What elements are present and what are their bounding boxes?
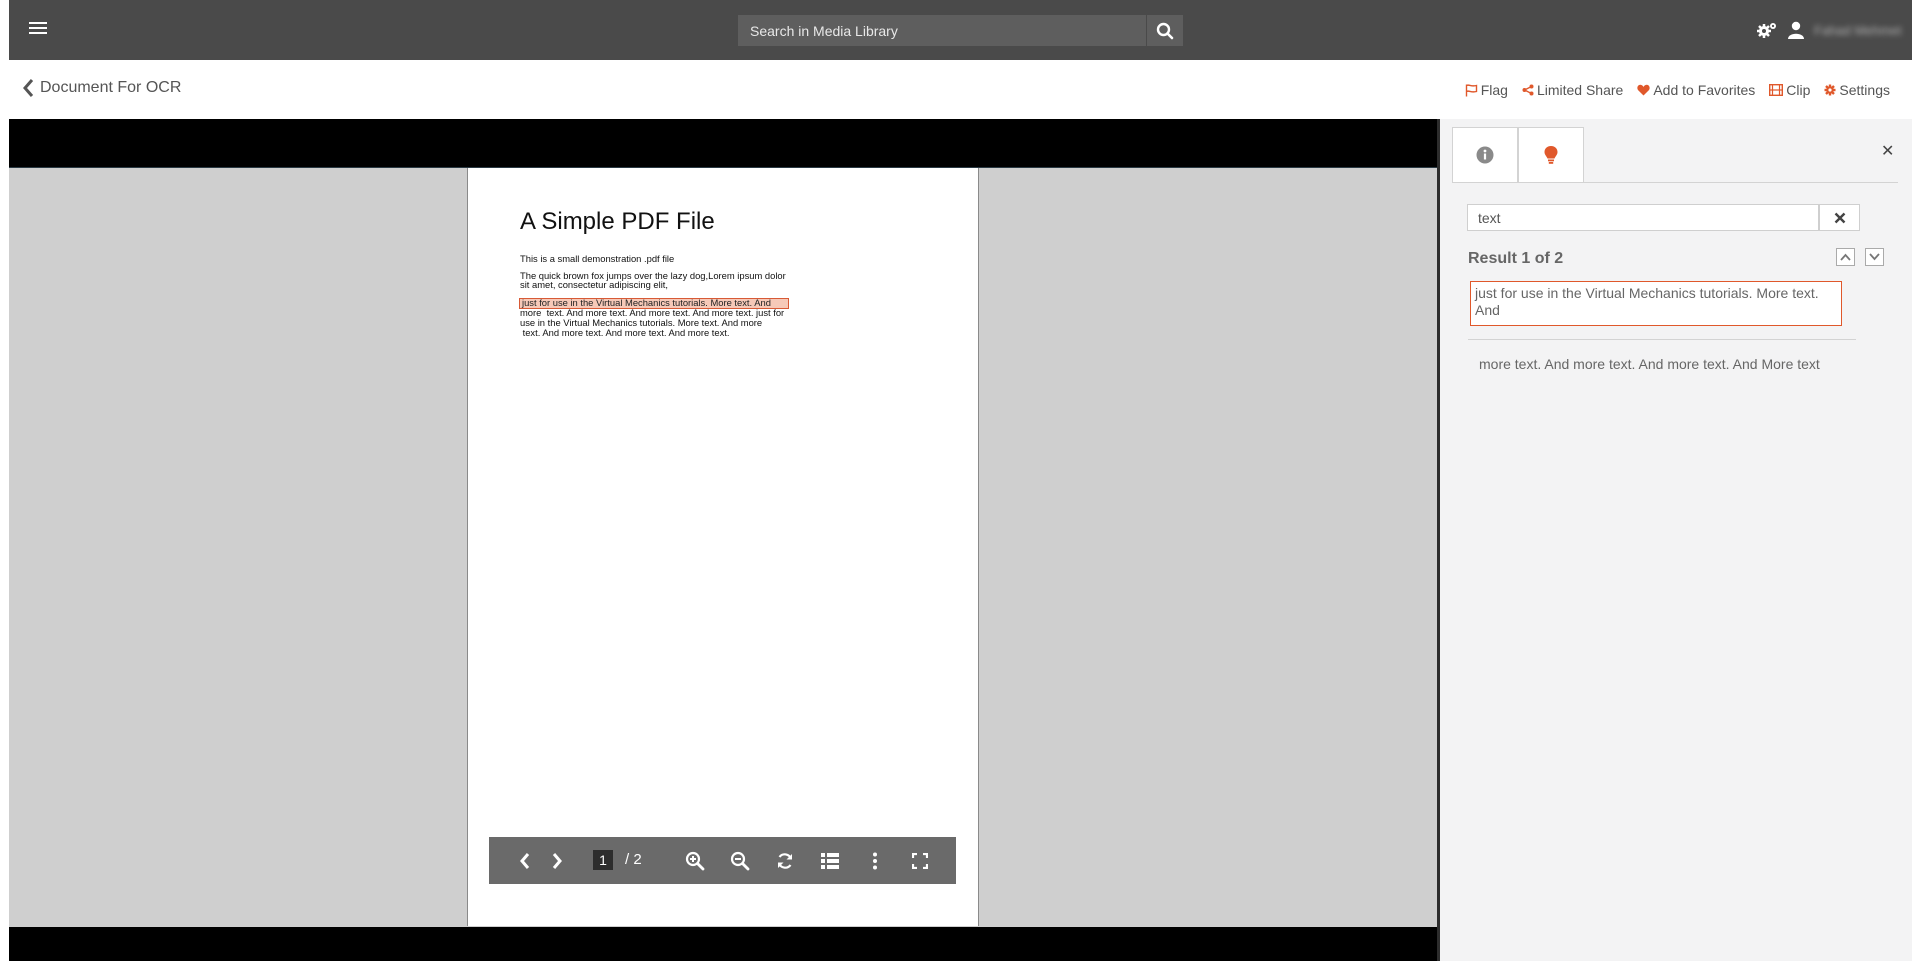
- zoom-out-button[interactable]: [730, 851, 750, 871]
- viewer-toolbar: 1 / 2: [489, 837, 956, 884]
- heart-icon: [1637, 84, 1650, 96]
- next-page-button[interactable]: [547, 851, 567, 871]
- pdf-subtitle: This is a small demonstration .pdf file: [520, 253, 675, 264]
- search-button[interactable]: [1147, 15, 1183, 46]
- media-search: [738, 15, 1190, 46]
- pdf-paragraph-line: sit amet, consectetur adipiscing elit,: [520, 279, 668, 290]
- top-right-controls: Fahad Mehmet: [1756, 0, 1912, 60]
- flag-button[interactable]: Flag: [1465, 82, 1508, 98]
- zoom-in-button[interactable]: [685, 851, 705, 871]
- gear-icon: [1824, 84, 1836, 96]
- result-count: Result 1 of 2: [1468, 250, 1564, 267]
- previous-result-button[interactable]: [1836, 248, 1855, 266]
- search-result-item[interactable]: just for use in the Virtual Mechanics tu…: [1470, 281, 1842, 326]
- user-name[interactable]: Fahad Mehmet: [1814, 23, 1906, 38]
- prev-page-button[interactable]: [515, 851, 535, 871]
- chevron-right-icon: [552, 853, 562, 869]
- top-bar: Fahad Mehmet: [9, 0, 1912, 60]
- info-icon: [1476, 146, 1494, 164]
- flag-icon: [1465, 83, 1477, 96]
- zoom-out-icon: [730, 851, 750, 871]
- limited-share-button[interactable]: Limited Share: [1522, 82, 1623, 98]
- result-divider: [1468, 339, 1856, 340]
- sub-header: Document For OCR Flag Limited Share Add …: [0, 60, 1920, 119]
- settings-button[interactable]: Settings: [1824, 82, 1890, 98]
- chevron-down-icon: [1869, 253, 1880, 261]
- clear-search-button[interactable]: [1819, 204, 1860, 231]
- rotate-button[interactable]: [775, 851, 795, 871]
- chevron-left-icon: [520, 853, 530, 869]
- page-title: Document For OCR: [40, 79, 182, 96]
- document-viewer: A Simple PDF File This is a small demons…: [9, 119, 1437, 961]
- search-icon: [1156, 22, 1174, 39]
- back-button[interactable]: Document For OCR: [22, 78, 181, 98]
- refresh-icon: [777, 853, 793, 869]
- film-icon: [1769, 84, 1784, 96]
- tab-info[interactable]: [1452, 127, 1518, 182]
- pdf-page: A Simple PDF File This is a small demons…: [467, 168, 979, 926]
- share-icon: [1522, 84, 1534, 96]
- gears-icon[interactable]: [1756, 21, 1778, 39]
- fullscreen-button[interactable]: [910, 851, 930, 871]
- chevron-left-icon: [23, 79, 34, 97]
- list-icon: [821, 853, 839, 869]
- more-vertical-icon: [873, 852, 877, 870]
- close-icon[interactable]: ✕: [1881, 141, 1894, 161]
- page-total: / 2: [625, 851, 642, 868]
- page-number-input[interactable]: 1: [593, 850, 613, 870]
- action-bar: Flag Limited Share Add to Favorites Clip…: [1465, 82, 1890, 98]
- side-panel: ✕ Result 1 of 2 just for use in the Virt…: [1437, 119, 1912, 961]
- chevron-up-icon: [1840, 253, 1851, 261]
- more-options-button[interactable]: [865, 851, 885, 871]
- tab-search-results[interactable]: [1518, 127, 1584, 182]
- text-search-input[interactable]: [1467, 204, 1819, 231]
- next-result-button[interactable]: [1865, 248, 1884, 266]
- add-to-favorites-button[interactable]: Add to Favorites: [1637, 82, 1755, 98]
- search-result-item[interactable]: more text. And more text. And more text.…: [1470, 356, 1842, 373]
- user-icon[interactable]: [1788, 21, 1804, 39]
- pdf-title: A Simple PDF File: [520, 208, 715, 235]
- zoom-in-icon: [685, 851, 705, 871]
- clip-button[interactable]: Clip: [1769, 82, 1810, 98]
- media-search-input[interactable]: [738, 15, 1146, 46]
- close-icon: [1834, 212, 1845, 223]
- tab-divider: [1452, 182, 1898, 183]
- fullscreen-icon: [912, 853, 928, 869]
- pdf-paragraph-line: text. And more text. And more text. And …: [520, 327, 730, 338]
- hamburger-menu-icon[interactable]: [29, 19, 47, 41]
- thumbnails-button[interactable]: [820, 851, 840, 871]
- lightbulb-icon: [1544, 146, 1558, 164]
